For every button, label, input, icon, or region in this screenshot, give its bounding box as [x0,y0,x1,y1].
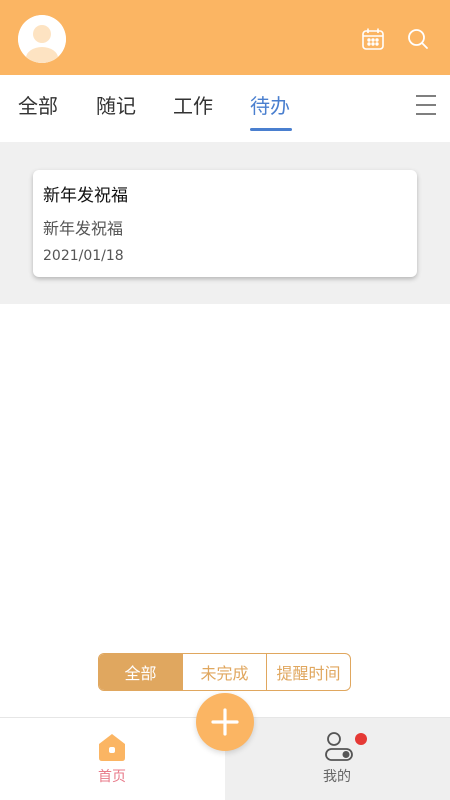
tab-all[interactable]: 全部 [18,93,58,119]
nav-home[interactable]: 首页 [0,718,225,800]
active-tab-indicator [250,128,292,131]
category-tabs: 全部 随记 工作 待办 [0,75,450,142]
note-card[interactable]: 新年发祝福 新年发祝福 2021/01/18 [33,170,417,277]
notification-badge [355,733,367,745]
profile-icon [322,730,356,764]
filter-segmented-control: 全部 未完成 提醒时间 [98,653,351,691]
note-date: 2021/01/18 [43,248,124,264]
filter-all-button[interactable]: 全部 [99,654,182,690]
add-note-button[interactable] [196,693,254,751]
tab-notes[interactable]: 随记 [96,93,136,119]
nav-profile[interactable]: 我的 [225,718,450,800]
hamburger-menu-icon[interactable] [415,93,437,117]
tab-todo[interactable]: 待办 [250,93,290,119]
filter-incomplete-button[interactable]: 未完成 [182,654,266,690]
note-list: 新年发祝福 新年发祝福 2021/01/18 [0,142,450,304]
nav-profile-label: 我的 [323,769,351,785]
note-content: 新年发祝福 [43,219,124,238]
user-avatar-icon[interactable] [18,15,66,63]
plus-icon [211,708,239,736]
nav-home-label: 首页 [98,769,126,785]
home-icon [95,730,129,764]
search-icon[interactable] [406,27,430,51]
tab-work[interactable]: 工作 [173,93,213,119]
filter-reminder-time-button[interactable]: 提醒时间 [266,654,350,690]
app-header [0,0,450,75]
note-title: 新年发祝福 [43,186,128,206]
calendar-icon[interactable] [361,27,385,51]
